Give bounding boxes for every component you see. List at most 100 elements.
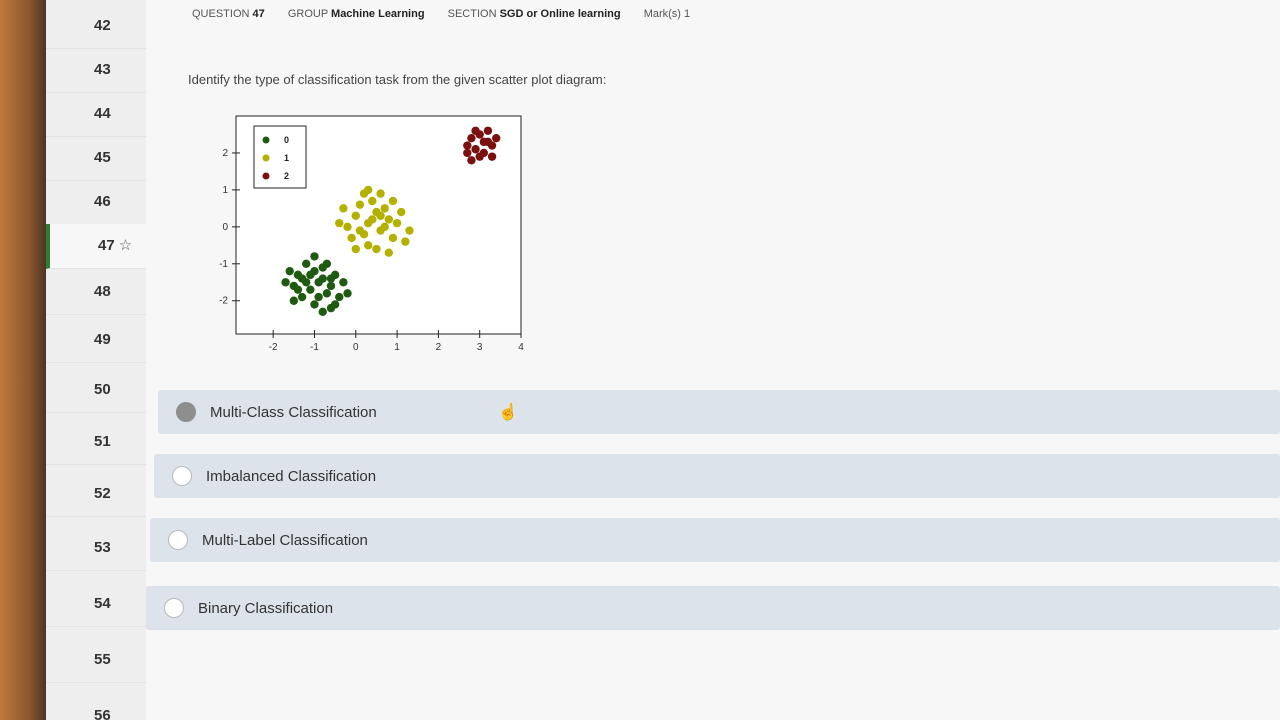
x-tick-label: 3 — [477, 342, 483, 353]
nav-item-50[interactable]: 50 — [46, 368, 146, 413]
data-point — [339, 278, 348, 287]
data-point — [339, 204, 348, 213]
nav-item-label: 48 — [94, 283, 111, 300]
legend-marker — [262, 172, 270, 180]
data-point — [297, 274, 307, 283]
data-point — [368, 215, 377, 224]
option-label: Multi-Class Classification — [210, 403, 377, 421]
legend-label: 0 — [284, 135, 289, 145]
nav-item-46[interactable]: 46 — [46, 180, 146, 225]
data-point — [405, 226, 414, 235]
x-tick-label: -1 — [310, 342, 319, 353]
data-point — [487, 152, 497, 161]
data-point — [297, 292, 307, 302]
radio-empty-icon[interactable] — [164, 598, 184, 618]
data-point — [355, 226, 365, 235]
data-point — [376, 211, 385, 220]
data-point — [363, 185, 373, 195]
data-point — [281, 278, 290, 287]
y-tick-label: 1 — [222, 185, 228, 196]
data-point — [310, 300, 319, 309]
question-text: Identify the type of classification task… — [188, 72, 607, 87]
legend-marker — [262, 154, 270, 162]
data-point — [322, 259, 332, 268]
option-multi-class[interactable]: Multi-Class Classification — [158, 390, 1280, 434]
data-point — [314, 292, 323, 302]
screen-frame: 42 43 44 45 46 47 ☆ 48 49 50 51 52 53 54 … — [0, 0, 1280, 720]
data-point — [302, 259, 311, 268]
question-number: QUESTION 47 — [192, 8, 265, 20]
nav-item-56[interactable]: 56 — [46, 694, 146, 720]
nav-item-53[interactable]: 53 — [46, 526, 146, 571]
option-label: Multi-Label Classification — [202, 531, 368, 549]
radio-selected-icon[interactable] — [176, 402, 196, 422]
nav-item-label: 55 — [94, 651, 111, 668]
nav-item-label: 53 — [94, 539, 111, 556]
y-tick-label: -2 — [219, 296, 228, 307]
data-point — [471, 145, 480, 154]
star-icon[interactable]: ☆ — [119, 237, 132, 254]
question-header: QUESTION 47 GROUP Machine Learning SECTI… — [192, 8, 710, 20]
radio-empty-icon[interactable] — [168, 530, 188, 550]
y-tick-label: -1 — [219, 259, 228, 270]
nav-item-label: 49 — [94, 331, 111, 348]
data-point — [463, 141, 472, 150]
x-tick-label: 1 — [394, 342, 400, 353]
data-point — [293, 285, 303, 294]
data-point — [322, 289, 332, 298]
nav-item-54[interactable]: 54 — [46, 582, 146, 627]
data-point — [492, 133, 501, 143]
nav-item-label: 50 — [94, 381, 111, 398]
nav-item-44[interactable]: 44 — [46, 92, 146, 137]
nav-item-label: 52 — [94, 485, 111, 502]
radio-empty-icon[interactable] — [172, 466, 192, 486]
data-point — [351, 211, 360, 220]
data-point — [343, 289, 352, 298]
nav-item-label: 46 — [94, 193, 111, 210]
data-point — [467, 133, 476, 143]
nav-item-47[interactable]: 47 ☆ — [46, 224, 150, 269]
data-point — [306, 270, 315, 280]
question-marks: Mark(s) 1 — [643, 8, 691, 20]
data-point — [355, 200, 365, 209]
nav-item-label: 44 — [94, 105, 111, 122]
data-point — [289, 296, 299, 305]
data-point — [326, 281, 336, 291]
legend-box — [253, 125, 307, 189]
x-tick-label: 2 — [436, 342, 442, 353]
question-group: GROUP Machine Learning — [287, 8, 425, 20]
data-point — [479, 137, 489, 147]
data-point — [363, 241, 373, 250]
data-point — [285, 266, 294, 276]
nav-item-label: 56 — [94, 707, 111, 720]
data-point — [483, 126, 493, 135]
data-point — [335, 292, 344, 302]
data-point — [487, 141, 497, 150]
nav-item-48[interactable]: 48 — [46, 270, 146, 315]
data-point — [388, 196, 398, 206]
y-tick-label: 0 — [222, 222, 228, 233]
data-point — [347, 233, 356, 243]
data-point — [314, 278, 323, 287]
nav-item-label: 54 — [94, 595, 111, 612]
nav-item-55[interactable]: 55 — [46, 638, 146, 683]
nav-item-43[interactable]: 43 — [46, 48, 146, 93]
nav-item-49[interactable]: 49 — [46, 318, 146, 363]
nav-item-label: 42 — [94, 17, 111, 34]
option-imbalanced[interactable]: Imbalanced Classification — [154, 454, 1280, 498]
nav-item-45[interactable]: 45 — [46, 136, 146, 181]
nav-item-51[interactable]: 51 — [46, 420, 146, 465]
nav-item-52[interactable]: 52 — [46, 472, 146, 517]
option-binary[interactable]: Binary Classification — [146, 586, 1280, 630]
nav-item-42[interactable]: 42 — [46, 4, 146, 49]
data-point — [463, 148, 472, 158]
option-multi-label[interactable]: Multi-Label Classification — [150, 518, 1280, 562]
data-point — [397, 207, 406, 217]
data-point — [351, 244, 360, 254]
scatter-plot-svg: -2 -1 0 1 2 3 4 -2 -1 0 1 2 0 1 2 — [219, 115, 524, 353]
data-point — [467, 156, 476, 165]
nav-item-label: 47 — [98, 237, 115, 254]
data-point — [335, 218, 344, 228]
x-tick-label: 0 — [353, 342, 359, 353]
data-point — [376, 189, 385, 198]
